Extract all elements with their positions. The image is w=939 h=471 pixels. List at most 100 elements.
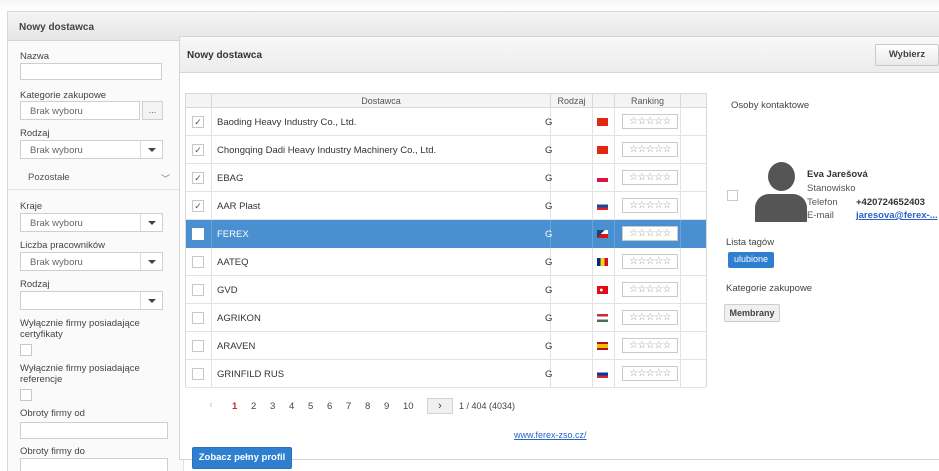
column-header-supplier[interactable]: Dostawca [211,94,550,108]
pager-page-10[interactable]: 10 [403,401,414,412]
type2-select[interactable] [20,291,163,310]
ranking-stars[interactable]: ☆☆☆☆☆ [622,142,678,157]
pager-page-7[interactable]: 7 [346,401,351,412]
table-row[interactable]: FEREX G ☆☆☆☆☆ [186,220,706,248]
row-checkbox[interactable]: ✓ [192,116,204,128]
pager-page-9[interactable]: 9 [384,401,389,412]
references-checkbox[interactable] [20,389,32,401]
certificates-checkbox[interactable] [20,344,32,356]
table-row[interactable]: ARAVEN G ☆☆☆☆☆ [186,332,706,360]
column-divider [211,332,212,360]
countries-label: Kraje [20,201,43,212]
pager-page-3[interactable]: 3 [270,401,275,412]
supplier-type: G [545,173,553,184]
column-divider [680,332,681,360]
type-value: Brak wyboru [30,145,83,156]
row-checkbox[interactable]: ✓ [192,144,204,156]
employees-label: Liczba pracowników [20,240,106,251]
row-checkbox[interactable] [192,228,204,240]
supplier-name: FEREX [217,229,249,240]
pager-page-4[interactable]: 4 [289,401,294,412]
chevron-down-icon [140,141,162,158]
supplier-website-link[interactable]: www.ferex-zso.cz/ [514,430,587,440]
supplier-name: Chongqing Dadi Heavy Industry Machinery … [217,145,437,156]
pager-page-2[interactable]: 2 [251,401,256,412]
supplier-main-panel: Nowy dostawca Wybierz Dostawca Rodzaj Ra… [179,36,939,469]
row-checkbox[interactable]: ✓ [192,200,204,212]
supplier-type: G [545,313,553,324]
flag-icon-cz [597,230,608,238]
category-membrany[interactable]: Membrany [724,304,780,322]
ranking-stars[interactable]: ☆☆☆☆☆ [622,226,678,241]
categories-field[interactable]: Brak wyboru [20,101,140,120]
email-label: E-mail [807,210,834,221]
column-divider [211,360,212,388]
supplier-type: G [545,229,553,240]
column-divider [680,136,681,164]
contacts-label: Osoby kontaktowe [731,100,810,111]
table-header: Dostawca Rodzaj Ranking [186,94,706,108]
table-row[interactable]: AGRIKON G ☆☆☆☆☆ [186,304,706,332]
main-title: Nowy dostawca [187,50,263,61]
pager-page-5[interactable]: 5 [308,401,313,412]
column-divider [614,164,615,192]
tag-favorite[interactable]: ulubione [728,252,774,268]
flag-icon-sk [597,202,608,210]
row-checkbox[interactable] [192,368,204,380]
supplier-name: ARAVEN [217,341,256,352]
email-link[interactable]: jaresova@ferex-... [856,210,938,221]
supplier-type: G [545,257,553,268]
employees-select[interactable]: Brak wyboru [20,252,163,271]
column-divider [211,304,212,332]
pager-prev-button[interactable]: ‹ [198,398,224,414]
contact-checkbox[interactable] [727,190,738,201]
name-input[interactable] [20,63,162,80]
ranking-stars[interactable]: ☆☆☆☆☆ [622,366,678,381]
ranking-stars[interactable]: ☆☆☆☆☆ [622,254,678,269]
type-select[interactable]: Brak wyboru [20,140,163,159]
table-row[interactable]: GRINFILD RUS G ☆☆☆☆☆ [186,360,706,388]
ranking-stars[interactable]: ☆☆☆☆☆ [622,282,678,297]
table-row[interactable]: GVD G ☆☆☆☆☆ [186,276,706,304]
ranking-stars[interactable]: ☆☆☆☆☆ [622,114,678,129]
categories-browse-button[interactable]: ... [142,101,163,120]
avatar-body [755,194,807,222]
column-divider [592,276,593,304]
pager-page-1[interactable]: 1 [232,401,237,412]
pager-page-8[interactable]: 8 [365,401,370,412]
chevron-down-icon: ﹀ [161,174,171,184]
table-row[interactable]: ✓ Chongqing Dadi Heavy Industry Machiner… [186,136,706,164]
phone-label: Telefon [807,197,838,208]
pager-page-6[interactable]: 6 [327,401,332,412]
ranking-stars[interactable]: ☆☆☆☆☆ [622,170,678,185]
column-header-type[interactable]: Rodzaj [550,94,592,108]
row-checkbox[interactable] [192,312,204,324]
ranking-stars[interactable]: ☆☆☆☆☆ [622,310,678,325]
row-checkbox[interactable] [192,340,204,352]
table-row[interactable]: AATEQ G ☆☆☆☆☆ [186,248,706,276]
table-row[interactable]: ✓ AAR Plast G ☆☆☆☆☆ [186,192,706,220]
ranking-stars[interactable]: ☆☆☆☆☆ [622,338,678,353]
table-row[interactable]: ✓ Baoding Heavy Industry Co., Ltd. G ☆☆☆… [186,108,706,136]
pager-next-button[interactable]: › [427,398,453,414]
name-label: Nazwa [20,51,50,62]
flag-icon-pl [597,174,608,182]
countries-select[interactable]: Brak wyboru [20,213,163,232]
view-full-profile-button[interactable]: Zobacz pełny profil [192,447,292,469]
other-filters-toggle[interactable]: Pozostałe ﹀ [8,166,183,190]
column-header-extra [680,94,706,108]
table-row[interactable]: ✓ EBAG G ☆☆☆☆☆ [186,164,706,192]
column-divider [614,304,615,332]
revenue-from-input[interactable] [20,422,168,439]
flag-icon-cn [597,146,608,154]
row-checkbox[interactable]: ✓ [192,172,204,184]
supplier-type: G [545,285,553,296]
row-checkbox[interactable] [192,284,204,296]
supplier-type: G [545,369,553,380]
revenue-from-label: Obroty firmy od [20,408,85,419]
select-button[interactable]: Wybierz [875,44,939,66]
column-header-ranking[interactable]: Ranking [614,94,680,108]
revenue-to-input[interactable] [20,458,168,471]
ranking-stars[interactable]: ☆☆☆☆☆ [622,198,678,213]
row-checkbox[interactable] [192,256,204,268]
